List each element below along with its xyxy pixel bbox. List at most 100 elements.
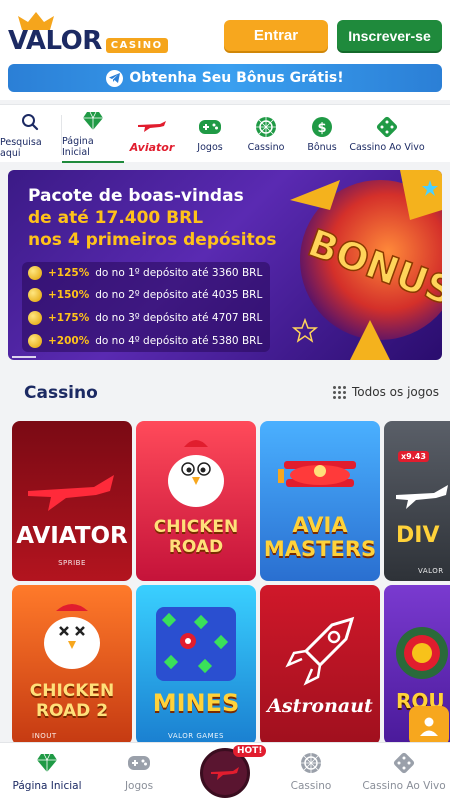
support-button[interactable] [409, 706, 449, 746]
all-games-link[interactable]: Todos os jogos [333, 385, 439, 399]
biplane-icon [278, 461, 356, 487]
nav-label: Aviator [129, 141, 175, 154]
category-nav: Pesquisa aqui Página Inicial Aviator Jog… [0, 104, 450, 163]
header: VALOR CASINO Entrar Inscrever-se Obtenha… [0, 0, 450, 100]
banner-title: Pacote de boas-vindas [28, 186, 244, 206]
game-provider: VALOR [418, 567, 444, 575]
game-provider: VALOR GAMES [168, 732, 224, 740]
gamepad-icon [127, 752, 151, 774]
coin-icon [28, 288, 42, 302]
search-icon [21, 110, 39, 134]
promo-banner[interactable]: Pacote de boas-vindas de até 17.400 BRL … [8, 170, 442, 360]
plane-icon [28, 475, 114, 511]
grid-icon [333, 385, 346, 399]
nav-bonus[interactable]: $ Bônus [296, 105, 348, 163]
deposit-pct: +175% [48, 312, 90, 324]
game-title: AVIATOR [16, 523, 128, 549]
telegram-icon [106, 69, 124, 87]
game-tile-aviator[interactable]: AVIATOR SPRIBE [12, 421, 132, 581]
signup-button[interactable]: Inscrever-se [337, 20, 442, 51]
nav-label: Cassino Ao Vivo [349, 142, 425, 153]
game-title: CHICKEN ROAD [153, 517, 239, 557]
rocket-icon [285, 616, 355, 686]
bottom-nav-home[interactable]: Página Inicial [10, 743, 84, 800]
bonus-banner-text: Obtenha Seu Bônus Grátis! [129, 70, 344, 86]
deposit-row: +125% do no 1º depósito até 3360 BRL [22, 262, 270, 284]
roulette-icon [300, 752, 322, 774]
game-provider: INOUT [32, 732, 57, 740]
svg-text:$: $ [317, 121, 326, 136]
dice-icon [393, 752, 415, 774]
game-tile-astronaut[interactable]: Astronaut [260, 585, 380, 745]
deposit-list: +125% do no 1º depósito até 3360 BRL +150… [22, 262, 270, 352]
game-tile-chicken-road[interactable]: CHICKEN ROAD [136, 421, 256, 581]
deposit-text: do no 1º depósito até 3360 BRL [95, 267, 263, 279]
logo-badge: CASINO [105, 37, 168, 53]
coin-icon [28, 266, 42, 280]
bottom-nav-label: Jogos [124, 780, 154, 792]
deposit-pct: +125% [48, 267, 90, 279]
bottom-nav: Página Inicial Jogos HOT! Cassino Cassin… [0, 742, 450, 800]
game-title: AVIA MASTERS [263, 513, 377, 561]
bottom-nav-label: Página Inicial [12, 780, 82, 792]
nav-search[interactable]: Pesquisa aqui [0, 105, 60, 163]
deposit-row: +175% do no 3º depósito até 4707 BRL [22, 307, 270, 329]
aviator-plane-icon [211, 767, 239, 780]
chicken-icon [44, 604, 100, 669]
nav-label: Pesquisa aqui [0, 136, 42, 159]
bottom-nav-casino[interactable]: Cassino [282, 743, 340, 800]
banner-amount: de até 17.400 BRL [28, 208, 204, 228]
roulette-icon [255, 115, 277, 139]
deposit-pct: +200% [48, 335, 90, 347]
diamond-icon [36, 752, 58, 774]
deposit-row: +200% do no 4º depósito até 5380 BRL [22, 330, 270, 352]
coin-icon [28, 334, 42, 348]
bottom-nav-label: Cassino [290, 780, 332, 792]
login-button[interactable]: Entrar [224, 20, 328, 51]
crown-icon [18, 12, 54, 30]
game-title: DIV [396, 523, 440, 548]
nav-label: Jogos [197, 142, 223, 153]
deposit-pct: +150% [48, 289, 90, 301]
banner-subtitle: nos 4 primeiros depósitos [28, 230, 277, 250]
nav-label: Cassino [247, 142, 285, 153]
dollar-icon: $ [311, 115, 333, 139]
bottom-nav-label: Cassino Ao Vivo [362, 780, 446, 792]
game-tile-chicken-road-2[interactable]: CHICKEN ROAD 2 INOUT [12, 585, 132, 745]
game-tile-avia-masters[interactable]: AVIA MASTERS [260, 421, 380, 581]
nav-aviator[interactable]: Aviator [126, 105, 178, 163]
game-title: MINES [152, 689, 240, 717]
game-tile-mines[interactable]: MINES VALOR GAMES [136, 585, 256, 745]
game-provider: SPRIBE [58, 559, 86, 567]
mines-grid-icon [156, 607, 236, 681]
hot-badge: HOT! [233, 745, 267, 757]
deposit-row: +150% do no 2º depósito até 4035 BRL [22, 284, 270, 306]
nav-label: Página Inicial [62, 135, 94, 158]
logo[interactable]: VALOR CASINO [8, 12, 168, 58]
nav-games[interactable]: Jogos [184, 105, 236, 163]
nav-home[interactable]: Página Inicial [62, 105, 124, 163]
roulette-wheel-icon [396, 627, 448, 679]
diamond-icon [82, 109, 104, 133]
section-title: Cassino [24, 383, 98, 403]
multiplier-badge: x9.43 [398, 451, 429, 462]
game-tile-div[interactable]: x9.43 DIV VALOR [384, 421, 450, 581]
game-title: Astronaut [267, 695, 373, 717]
carousel-progress [12, 356, 36, 358]
bonus-banner-button[interactable]: Obtenha Seu Bônus Grátis! [8, 64, 442, 92]
bonus-artwork: BONUS [290, 170, 442, 360]
deposit-text: do no 3º depósito até 4707 BRL [95, 312, 263, 324]
deposit-text: do no 2º depósito até 4035 BRL [95, 289, 263, 301]
plane-icon [136, 114, 168, 138]
bottom-nav-live-casino[interactable]: Cassino Ao Vivo [358, 743, 450, 800]
all-games-label: Todos os jogos [352, 385, 439, 399]
nav-label: Bônus [307, 142, 337, 153]
page: VALOR CASINO Entrar Inscrever-se Obtenha… [0, 0, 450, 800]
bottom-nav-games[interactable]: Jogos [110, 743, 168, 800]
user-support-icon [420, 717, 438, 736]
coin-icon [28, 311, 42, 325]
nav-live-casino[interactable]: Cassino Ao Vivo [348, 105, 426, 163]
nav-casino[interactable]: Cassino [240, 105, 292, 163]
chicken-icon [168, 440, 224, 507]
dice-icon [376, 115, 398, 139]
